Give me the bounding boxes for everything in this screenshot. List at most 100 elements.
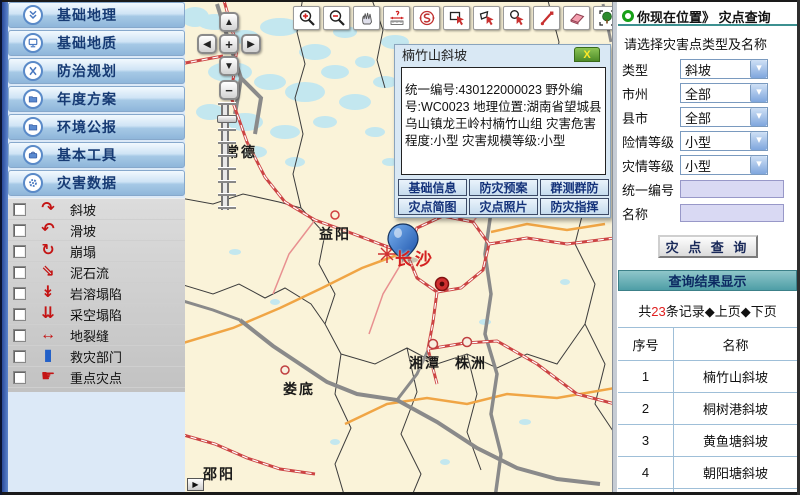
sidebar-item-label: 防治规划: [57, 61, 117, 81]
city-label-yiyang: 益阳: [319, 224, 351, 244]
pan-down-button[interactable]: ▼: [219, 56, 239, 76]
layer-checkbox[interactable]: [13, 266, 26, 279]
toolbox-icon: [23, 145, 43, 165]
rectangle-select-tool-button[interactable]: [443, 6, 470, 30]
popup-button-site-photo[interactable]: 灾点照片: [469, 198, 538, 215]
name-input[interactable]: [680, 204, 784, 222]
chevron-down-icon: ▾: [750, 132, 767, 150]
county-select[interactable]: 全部 ▾: [680, 107, 768, 127]
polygon-select-tool-button[interactable]: [473, 6, 500, 30]
layer-row-rescue-department: ▮ 救灾部门: [8, 346, 185, 367]
layer-list: ↷ 斜坡 ↶ 滑坡 ↻ 崩塌 ⇘ 泥石流 ↡ 岩溶塌陷: [8, 198, 185, 392]
chevron-down-icon: ▾: [750, 108, 767, 126]
query-subtitle: 请选择灾害点类型及名称: [624, 34, 797, 53]
chevrons-down-icon: [23, 5, 43, 25]
record-count: 23: [651, 304, 665, 319]
sidebar-item-basic-tools[interactable]: 基本工具: [8, 142, 185, 168]
code-input[interactable]: [680, 180, 784, 198]
layer-checkbox[interactable]: [13, 245, 26, 258]
sidebar-item-environment-bulletin[interactable]: 环境公报: [8, 114, 185, 140]
city-select[interactable]: 全部 ▾: [680, 83, 768, 103]
layer-row-slope: ↷ 斜坡: [8, 199, 185, 220]
risk-level-select[interactable]: 小型 ▾: [680, 131, 768, 151]
sidebar-nav: 基础地理 基础地质 防治规划 年度方案 环境公报 基本工具: [8, 2, 185, 198]
panel-divider[interactable]: [612, 0, 618, 495]
folder-icon: [23, 117, 43, 137]
sidebar-item-annual-plan[interactable]: 年度方案: [8, 86, 185, 112]
sidebar-item-label: 基本工具: [57, 145, 117, 165]
zoom-slider-handle[interactable]: [217, 115, 237, 123]
location-dot-icon: [622, 10, 634, 22]
layer-checkbox[interactable]: [13, 329, 26, 342]
sidebar-item-disaster-data[interactable]: 灾害数据: [8, 170, 185, 196]
map-corner-arrow-button[interactable]: ▶: [187, 478, 204, 491]
breadcrumb: 你现在位置》 灾点查询: [618, 2, 797, 26]
popup-button-basic-info[interactable]: 基础信息: [398, 179, 467, 196]
zoom-in-tool-button[interactable]: [293, 6, 320, 30]
pan-hand-tool-button[interactable]: [353, 6, 380, 30]
city-label-zhuzhou: 株洲: [455, 353, 487, 373]
pan-left-button[interactable]: ◀: [197, 34, 217, 54]
landslide-icon: ↶: [34, 222, 62, 238]
city-label-shaoyang: 邵阳: [203, 464, 235, 484]
layer-checkbox[interactable]: [13, 308, 26, 321]
circle-select-tool-button[interactable]: [503, 6, 530, 30]
pan-center-button[interactable]: +: [219, 34, 239, 54]
sidebar-item-label: 年度方案: [57, 89, 117, 109]
popup-button-site-sketch[interactable]: 灾点简图: [398, 198, 467, 215]
tools-icon: [23, 61, 43, 81]
layer-checkbox[interactable]: [13, 287, 26, 300]
search-button[interactable]: 灾 点 查 询: [658, 235, 758, 258]
layer-checkbox[interactable]: [13, 203, 26, 216]
pan-up-button[interactable]: ▲: [219, 12, 239, 32]
folder-icon: [23, 89, 43, 109]
zoom-slider[interactable]: [221, 102, 229, 210]
layer-checkbox[interactable]: [13, 350, 26, 363]
gear-icon: [23, 173, 43, 193]
prev-page-link[interactable]: ◆上页: [705, 304, 741, 319]
city-label-xiangtan: 湘潭: [409, 353, 441, 373]
damage-level-select[interactable]: 小型 ▾: [680, 155, 768, 175]
results-table-header: 序号 名称: [618, 328, 797, 361]
form-row-county: 县市 全部 ▾: [622, 105, 797, 129]
popup-button-prevention-plan[interactable]: 防灾预案: [469, 179, 538, 196]
karst-subsidence-icon: ↡: [34, 285, 62, 301]
table-row[interactable]: 1 楠竹山斜坡: [618, 361, 797, 393]
popup-button-mass-monitoring[interactable]: 群测群防: [540, 179, 609, 196]
layer-row-mining-subsidence: ⇊ 采空塌陷: [8, 304, 185, 325]
map-toolbar: [293, 6, 612, 30]
sidebar-item-base-geography[interactable]: 基础地理: [8, 2, 185, 28]
type-select[interactable]: 斜坡 ▾: [680, 59, 768, 79]
table-row[interactable]: 4 朝阳塘斜坡: [618, 457, 797, 489]
pan-right-button[interactable]: ▶: [241, 34, 261, 54]
zoom-out-step-button[interactable]: −: [219, 80, 239, 100]
measure-distance-tool-button[interactable]: [383, 6, 410, 30]
popup-button-command[interactable]: 防灾指挥: [540, 198, 609, 215]
sidebar-item-prevention-planning[interactable]: 防治规划: [8, 58, 185, 84]
legend-tree-tool-button[interactable]: [593, 6, 612, 30]
app-window: 基础地理 基础地质 防治规划 年度方案 环境公报 基本工具: [0, 0, 800, 495]
window-border: [0, 0, 2, 495]
layer-row-karst-subsidence: ↡ 岩溶塌陷: [8, 283, 185, 304]
city-label-changde: 常德: [225, 142, 257, 162]
eraser-tool-button[interactable]: [563, 6, 590, 30]
map-viewport[interactable]: 常德 益阳 长沙 湘潭 株洲 娄底 邵阳 ▲ ◀ + ▶ ▼ −: [185, 2, 612, 493]
table-row[interactable]: 3 黄鱼塘斜坡: [618, 425, 797, 457]
next-page-link[interactable]: ◆下页: [741, 304, 777, 319]
popup-titlebar[interactable]: 楠竹山斜坡 X: [395, 45, 610, 66]
close-icon[interactable]: X: [574, 47, 600, 62]
layer-checkbox[interactable]: [13, 371, 26, 384]
table-row[interactable]: 2 桐树港斜坡: [618, 393, 797, 425]
zoom-out-tool-button[interactable]: [323, 6, 350, 30]
scale-tool-button[interactable]: [413, 6, 440, 30]
sidebar-item-base-geology[interactable]: 基础地质: [8, 30, 185, 56]
layer-row-debris-flow: ⇘ 泥石流: [8, 262, 185, 283]
ground-fissure-icon: ↔: [34, 327, 62, 343]
collapse-icon: ↻: [34, 243, 62, 259]
layer-checkbox[interactable]: [13, 224, 26, 237]
form-row-damage-level: 灾情等级 小型 ▾: [622, 153, 797, 177]
draw-point-tool-button[interactable]: [533, 6, 560, 30]
monitor-icon: [23, 33, 43, 53]
results-header: 查询结果显示: [618, 270, 797, 291]
sidebar-empty-area: [8, 392, 185, 492]
